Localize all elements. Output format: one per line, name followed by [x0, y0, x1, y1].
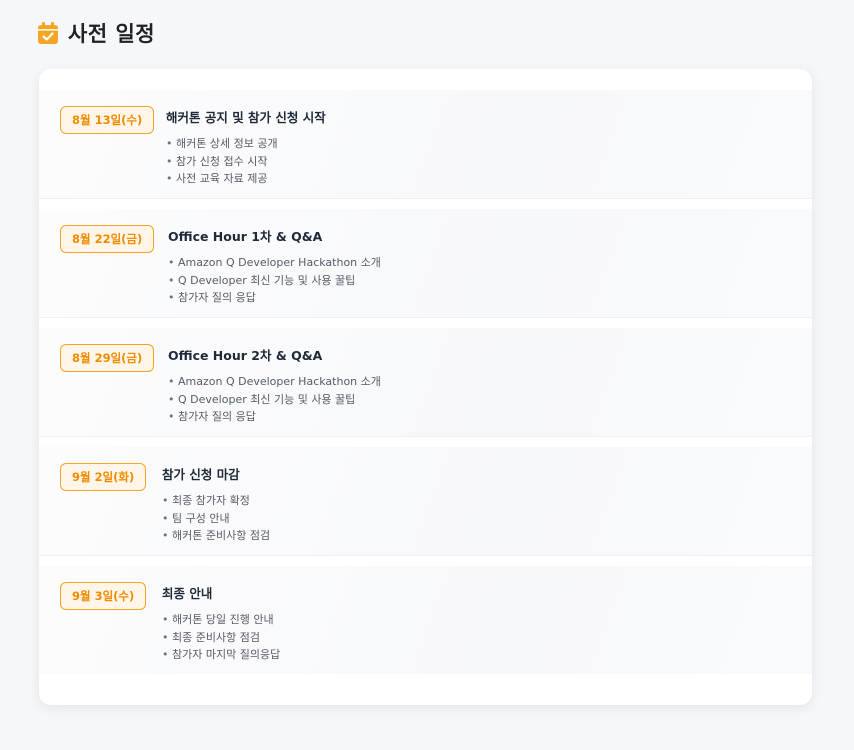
schedule-card: 8월 13일(수) 해커톤 공지 및 참가 신청 시작 해커톤 상세 정보 공개…: [39, 69, 812, 705]
event-details: 해커톤 상세 정보 공개 참가 신청 접수 시작 사전 교육 자료 제공: [166, 135, 326, 188]
event-content: Office Hour 2차 & Q&A Amazon Q Developer …: [168, 345, 381, 426]
event-title: 해커톤 공지 및 참가 신청 시작: [166, 110, 326, 125]
event-content: 참가 신청 마감 최종 참가자 확정 팀 구성 안내 해커톤 준비사항 점검: [162, 464, 270, 545]
event-detail-item: 해커톤 준비사항 점검: [162, 527, 270, 545]
date-badge: 8월 29일(금): [60, 344, 155, 372]
event-detail-item: 참가 신청 접수 시작: [166, 153, 326, 171]
date-badge: 8월 13일(수): [60, 106, 155, 134]
date-badge: 9월 2일(화): [60, 463, 147, 491]
schedule-item: 9월 2일(화) 참가 신청 마감 최종 참가자 확정 팀 구성 안내 해커톤 …: [39, 447, 812, 556]
event-details: Amazon Q Developer Hackathon 소개 Q Develo…: [168, 254, 381, 307]
event-detail-item: 최종 준비사항 점검: [162, 629, 280, 647]
page-title: 사전 일정: [68, 22, 156, 46]
event-details: Amazon Q Developer Hackathon 소개 Q Develo…: [168, 373, 381, 426]
event-detail-item: 최종 참가자 확정: [162, 492, 270, 510]
event-detail-item: 해커톤 당일 진행 안내: [162, 611, 280, 629]
event-detail-item: 참가자 질의 응답: [168, 408, 381, 426]
event-title: Office Hour 2차 & Q&A: [168, 348, 323, 363]
event-content: Office Hour 1차 & Q&A Amazon Q Developer …: [168, 226, 381, 307]
calendar-check-icon: [38, 22, 58, 44]
schedule-item: 8월 29일(금) Office Hour 2차 & Q&A Amazon Q …: [39, 328, 812, 437]
event-title: 최종 안내: [162, 586, 213, 601]
event-detail-item: Q Developer 최신 기능 및 사용 꿀팁: [168, 272, 381, 290]
event-details: 최종 참가자 확정 팀 구성 안내 해커톤 준비사항 점검: [162, 492, 270, 545]
event-detail-item: 해커톤 상세 정보 공개: [166, 135, 326, 153]
event-detail-item: Q Developer 최신 기능 및 사용 꿀팁: [168, 391, 381, 409]
event-content: 해커톤 공지 및 참가 신청 시작 해커톤 상세 정보 공개 참가 신청 접수 …: [166, 107, 326, 188]
schedule-item: 8월 22일(금) Office Hour 1차 & Q&A Amazon Q …: [39, 209, 812, 318]
event-detail-item: 사전 교육 자료 제공: [166, 170, 326, 188]
date-badge: 9월 3일(수): [60, 582, 147, 610]
page-header: 사전 일정: [38, 18, 155, 48]
event-detail-item: 참가자 질의 응답: [168, 289, 381, 307]
event-content: 최종 안내 해커톤 당일 진행 안내 최종 준비사항 점검 참가자 마지막 질의…: [162, 583, 280, 664]
date-badge: 8월 22일(금): [60, 225, 155, 253]
event-title: Office Hour 1차 & Q&A: [168, 229, 323, 244]
schedule-item: 9월 3일(수) 최종 안내 해커톤 당일 진행 안내 최종 준비사항 점검 참…: [39, 566, 812, 674]
event-detail-item: 팀 구성 안내: [162, 510, 270, 528]
event-details: 해커톤 당일 진행 안내 최종 준비사항 점검 참가자 마지막 질의응답: [162, 611, 280, 664]
event-title: 참가 신청 마감: [162, 467, 240, 482]
schedule-item: 8월 13일(수) 해커톤 공지 및 참가 신청 시작 해커톤 상세 정보 공개…: [39, 90, 812, 199]
event-detail-item: Amazon Q Developer Hackathon 소개: [168, 373, 381, 391]
event-detail-item: 참가자 마지막 질의응답: [162, 646, 280, 664]
event-detail-item: Amazon Q Developer Hackathon 소개: [168, 254, 381, 272]
